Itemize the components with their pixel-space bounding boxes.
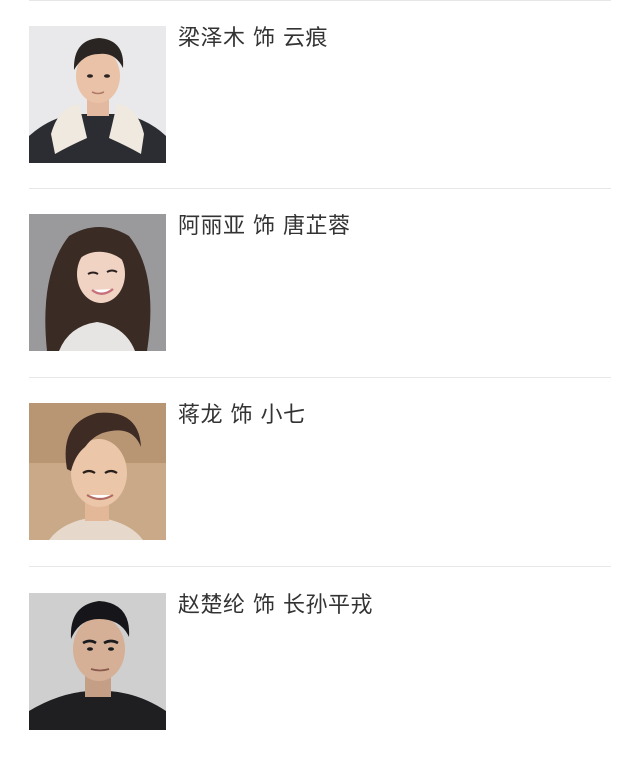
actor-photo[interactable] [29,26,166,163]
cast-caption: 梁泽木 饰 云痕 [178,26,328,51]
cast-list: 梁泽木 饰 云痕 阿丽亚 饰 唐芷蓉 蒋龙 饰 小七 赵楚纶 饰 长孙平戎 [0,0,640,730]
cast-list-item[interactable]: 阿丽亚 饰 唐芷蓉 [0,214,640,404]
actor-photo[interactable] [29,593,166,730]
divider [29,0,611,1]
cast-list-item[interactable]: 蒋龙 饰 小七 [0,403,640,593]
actor-photo[interactable] [29,403,166,540]
divider [29,188,611,189]
divider [29,377,611,378]
cast-caption: 阿丽亚 饰 唐芷蓉 [178,214,351,239]
cast-list-item[interactable]: 赵楚纶 饰 长孙平戎 [0,593,640,783]
divider [29,566,611,567]
cast-caption: 蒋龙 饰 小七 [178,403,306,428]
cast-caption: 赵楚纶 饰 长孙平戎 [178,593,373,618]
actor-photo[interactable] [29,214,166,351]
